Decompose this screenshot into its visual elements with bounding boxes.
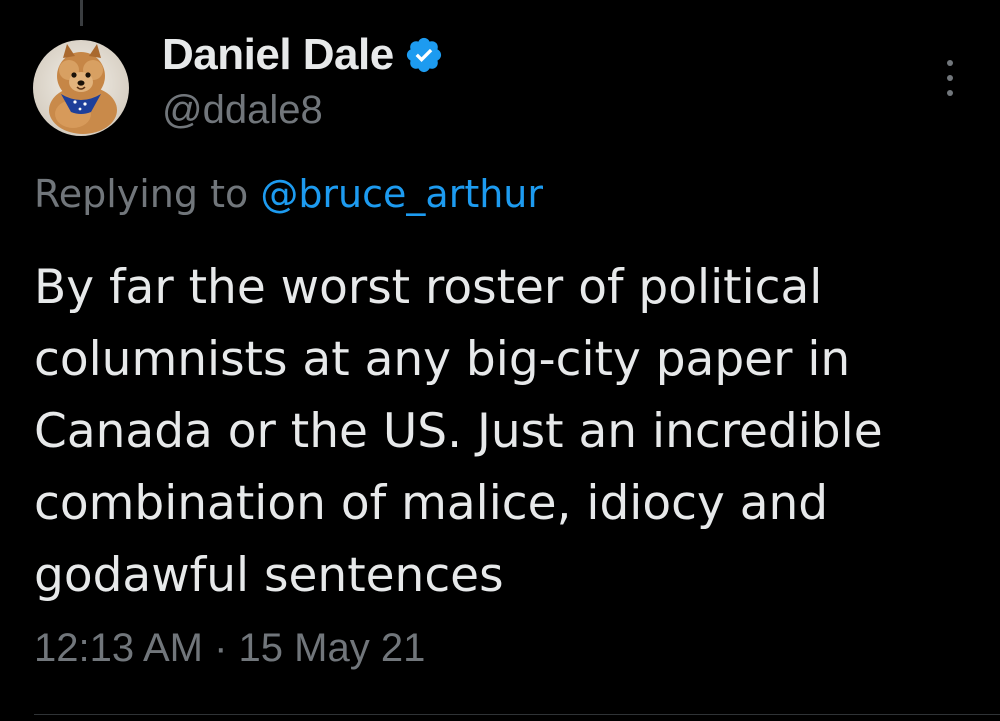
tweet-text-line: godawful sentences (34, 548, 504, 603)
avatar[interactable] (33, 40, 129, 136)
tweet-header: Daniel Dale @ddale8 (162, 24, 444, 133)
tweet-text-line: Canada or the US. Just an incredible (34, 404, 883, 459)
author-name-row: Daniel Dale (162, 24, 444, 86)
tweet-text-line: combination of malice, idiocy and (34, 476, 829, 531)
thread-connector-line (80, 0, 83, 26)
reply-context: Replying to @bruce_arthur (34, 172, 543, 216)
ellipsis-dot (947, 75, 953, 81)
reply-mention-link[interactable]: @bruce_arthur (260, 172, 543, 216)
author-handle[interactable]: @ddale8 (162, 88, 444, 133)
vertical-ellipsis-icon (947, 60, 953, 66)
tweet-timestamp[interactable]: 12:13 AM · 15 May 21 (34, 626, 425, 671)
more-options-button[interactable] (938, 60, 962, 96)
tweet-text-line: By far the worst roster of political (34, 260, 823, 315)
tweet-text-line: columnists at any big-city paper in (34, 332, 851, 387)
ellipsis-dot (947, 90, 953, 96)
verified-badge-icon (404, 35, 444, 75)
pomeranian-dog-icon (49, 44, 117, 134)
author-display-name[interactable]: Daniel Dale (162, 30, 394, 80)
tweet-body: By far the worst roster of political col… (34, 252, 984, 612)
divider (34, 714, 1000, 715)
reply-context-prefix: Replying to (34, 172, 261, 216)
